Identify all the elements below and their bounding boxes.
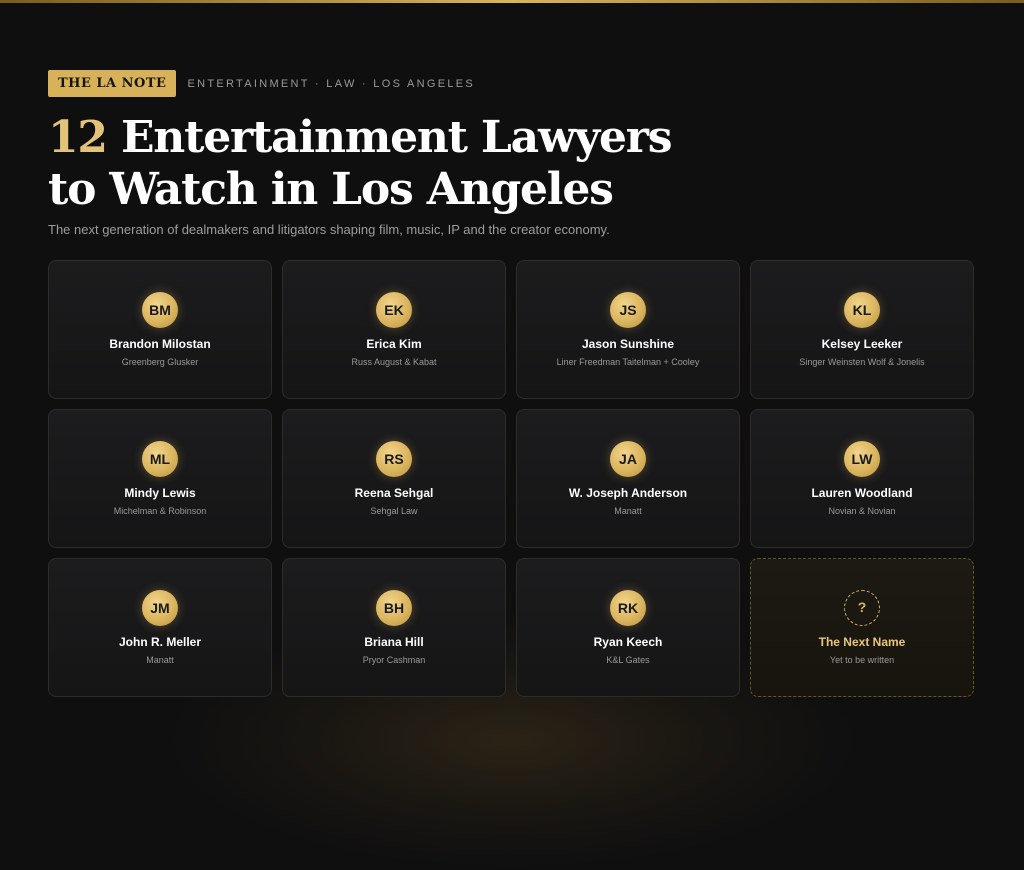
avatar: LW: [844, 441, 880, 477]
page-title: 12 Entertainment Lawyers to Watch in Los…: [48, 112, 673, 216]
next-name-title: The Next Name: [818, 635, 906, 649]
lawyer-firm: Manatt: [146, 655, 174, 665]
avatar: RS: [376, 441, 412, 477]
next-name-card[interactable]: ? The Next Name Yet to be written: [750, 558, 974, 697]
lawyer-card[interactable]: BM Brandon Milostan Greenberg Glusker: [48, 260, 272, 399]
lawyer-card[interactable]: KL Kelsey Leeker Singer Weinsten Wolf & …: [750, 260, 974, 399]
avatar: JA: [610, 441, 646, 477]
publication-badge: THE LA NOTE: [48, 70, 177, 97]
lawyer-card[interactable]: RK Ryan Keech K&L Gates: [516, 558, 740, 697]
title-number: 12: [48, 112, 108, 163]
lawyer-card[interactable]: LW Lauren Woodland Novian & Novian: [750, 409, 974, 548]
lawyer-firm: Greenberg Glusker: [121, 357, 199, 367]
lawyer-firm: Singer Weinsten Wolf & Jonelis: [799, 357, 925, 367]
section-label: ENTERTAINMENT · LAW · LOS ANGELES: [187, 77, 476, 90]
lawyer-firm: Pryor Cashman: [362, 655, 426, 665]
lawyer-name: Briana Hill: [364, 635, 424, 649]
lawyer-name: Ryan Keech: [593, 635, 663, 649]
lawyer-name: Mindy Lewis: [124, 486, 196, 500]
kicker: THE LA NOTE ENTERTAINMENT · LAW · LOS AN…: [48, 70, 475, 97]
lawyer-firm: Manatt: [614, 506, 642, 516]
lawyer-name: Kelsey Leeker: [821, 337, 903, 351]
title-line-2: to Watch in Los Angeles: [48, 164, 614, 215]
lawyer-name: Lauren Woodland: [811, 486, 913, 500]
avatar: RK: [610, 590, 646, 626]
lawyer-firm: K&L Gates: [606, 655, 650, 665]
lawyer-card[interactable]: JM John R. Meller Manatt: [48, 558, 272, 697]
lawyer-grid: BM Brandon Milostan Greenberg Glusker EK…: [48, 260, 976, 697]
next-name-subtitle: Yet to be written: [829, 655, 895, 665]
lawyer-card[interactable]: JS Jason Sunshine Liner Freedman Taitelm…: [516, 260, 740, 399]
page-subtitle: The next generation of dealmakers and li…: [48, 222, 610, 237]
lawyer-firm: Michelman & Robinson: [113, 506, 207, 516]
title-line-1: Entertainment Lawyers: [120, 112, 673, 163]
lawyer-firm: Sehgal Law: [370, 506, 418, 516]
avatar: JM: [142, 590, 178, 626]
avatar: BM: [142, 292, 178, 328]
avatar: EK: [376, 292, 412, 328]
lawyer-card[interactable]: BH Briana Hill Pryor Cashman: [282, 558, 506, 697]
top-gold-rule: [0, 0, 1024, 3]
lawyer-name: Brandon Milostan: [109, 337, 211, 351]
lawyer-firm: Russ August & Kabat: [351, 357, 437, 367]
lawyer-name: Jason Sunshine: [581, 337, 675, 351]
lawyer-name: John R. Meller: [118, 635, 201, 649]
lawyer-name: W. Joseph Anderson: [568, 486, 688, 500]
lawyer-firm: Novian & Novian: [828, 506, 896, 516]
lawyer-card[interactable]: ML Mindy Lewis Michelman & Robinson: [48, 409, 272, 548]
avatar: JS: [610, 292, 646, 328]
lawyer-name: Reena Sehgal: [354, 486, 434, 500]
avatar: ML: [142, 441, 178, 477]
lawyer-name: Erica Kim: [366, 337, 422, 351]
lawyer-card[interactable]: RS Reena Sehgal Sehgal Law: [282, 409, 506, 548]
lawyer-card[interactable]: EK Erica Kim Russ August & Kabat: [282, 260, 506, 399]
question-mark-icon: ?: [844, 590, 880, 626]
lawyer-card[interactable]: JA W. Joseph Anderson Manatt: [516, 409, 740, 548]
lawyer-firm: Liner Freedman Taitelman + Cooley: [556, 357, 700, 367]
avatar: BH: [376, 590, 412, 626]
avatar: KL: [844, 292, 880, 328]
